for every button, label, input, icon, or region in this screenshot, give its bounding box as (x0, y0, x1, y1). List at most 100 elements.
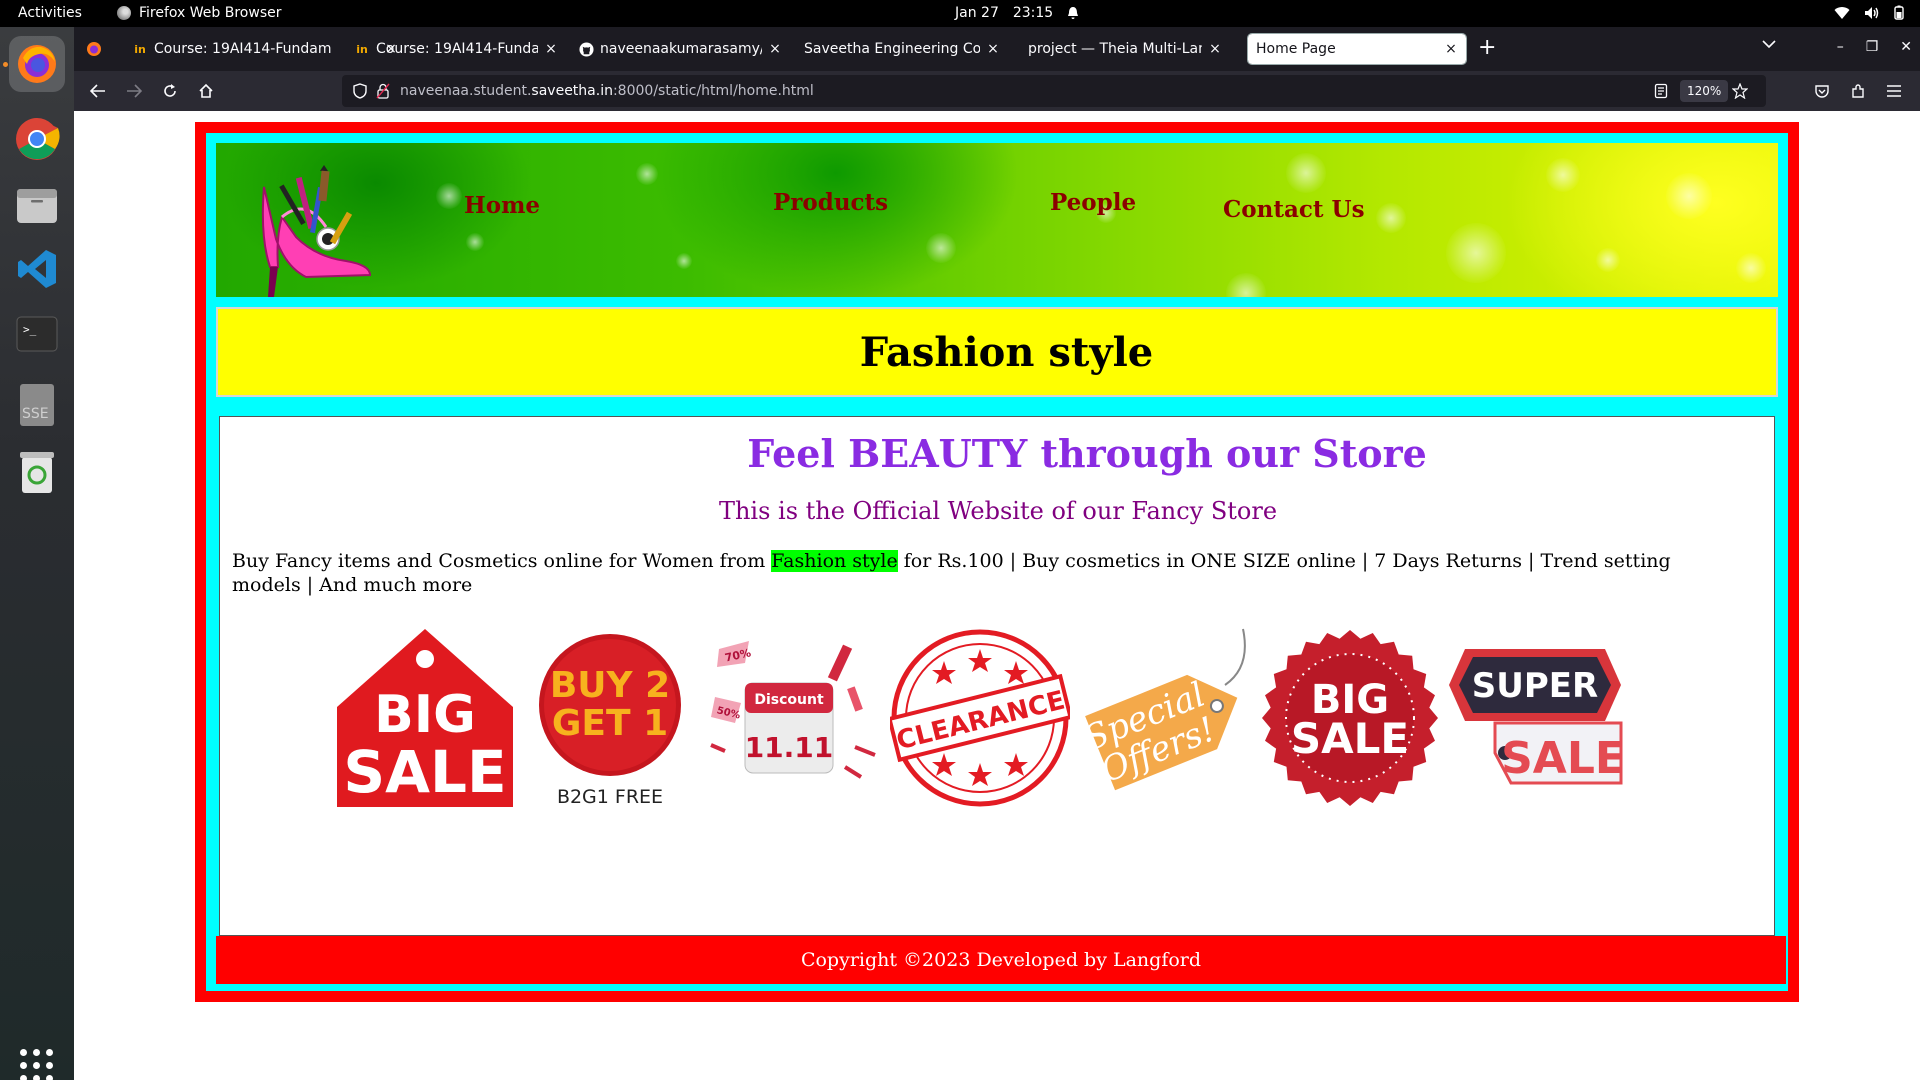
dock-vscode[interactable] (9, 241, 65, 297)
site-title-box: Fashion style (216, 307, 1778, 397)
home-button[interactable] (196, 81, 216, 101)
navigation-toolbar: naveenaa.student.saveetha.in:8000/static… (74, 71, 1920, 111)
clock-time: 23:15 (1012, 5, 1054, 21)
footer: Copyright ©2023 Developed by Langford (216, 936, 1786, 984)
extensions-icon[interactable] (1850, 83, 1866, 99)
firefox-view-icon[interactable] (86, 41, 102, 57)
headline: Feel BEAUTY through our Store (747, 431, 1427, 476)
firefox-mini-icon (117, 6, 131, 20)
tab-bar: in Course: 19AI414-Fundam × in Course: 1… (74, 27, 1920, 71)
arrow-right-icon (127, 84, 142, 98)
close-icon[interactable]: × (768, 41, 782, 57)
back-button[interactable] (88, 81, 108, 101)
pocket-icon[interactable] (1814, 83, 1830, 99)
content-section: Feel BEAUTY through our Store This is th… (219, 416, 1775, 936)
files-icon (17, 189, 57, 223)
close-icon[interactable]: × (1208, 41, 1222, 57)
battery-icon (1894, 5, 1904, 20)
running-indicator (3, 62, 8, 67)
close-icon[interactable]: × (1444, 41, 1458, 57)
svg-text:B2G1 FREE: B2G1 FREE (557, 786, 663, 808)
dock-trash[interactable] (9, 444, 65, 500)
close-icon[interactable]: × (544, 41, 558, 57)
terminal-icon: >_ (16, 316, 58, 352)
close-window-icon[interactable]: ✕ (1900, 39, 1912, 55)
header-banner: Home Products People Contact Us (216, 143, 1778, 297)
highlighted-store-name: Fashion style (771, 550, 898, 572)
new-tab-button[interactable]: + (1478, 37, 1496, 59)
dock-disk[interactable]: SSE (9, 377, 65, 433)
page-border: Home Products People Contact Us Fashion … (195, 122, 1799, 1002)
firefox-icon (18, 45, 56, 83)
url-text[interactable]: naveenaa.student.saveetha.in:8000/static… (400, 83, 814, 99)
volume-icon (1865, 6, 1879, 19)
dock-terminal[interactable]: >_ (9, 306, 65, 362)
activities-button[interactable]: Activities (18, 5, 82, 21)
nav-people-link[interactable]: People (1050, 189, 1136, 216)
tab-saveetha[interactable]: Saveetha Engineering Colleg × (796, 34, 1008, 64)
system-tray[interactable] (1834, 5, 1904, 20)
store-description: Buy Fancy items and Cosmetics online for… (232, 550, 1671, 596)
notification-bell-icon (1068, 7, 1079, 19)
chrome-icon (16, 118, 60, 160)
svg-text:SSE: SSE (22, 406, 49, 422)
nav-home-link[interactable]: Home (464, 192, 540, 219)
big-sale-seal-badge: BIG SALE (1262, 630, 1438, 806)
home-icon (199, 83, 213, 98)
clearance-stamp-badge: CLEARANCE (890, 629, 1070, 807)
dock: >_ SSE (0, 27, 74, 1082)
reader-view-icon[interactable] (1654, 83, 1668, 99)
tab-theia[interactable]: project — Theia Multi-Langu × (1020, 34, 1230, 64)
nav-products-link[interactable]: Products (773, 189, 888, 216)
insecure-lock-icon[interactable] (376, 83, 390, 99)
svg-text:11.11: 11.11 (745, 731, 834, 764)
nav-contact-link[interactable]: Contact Us (1223, 196, 1365, 223)
in-icon: in (356, 42, 368, 56)
big-sale-tag-badge: BIG SALE (337, 629, 513, 807)
tab-github[interactable]: naveenaakumarasamy/pr × (570, 34, 790, 64)
page-viewport: Home Products People Contact Us Fashion … (74, 111, 1920, 1080)
disk-icon: SSE (20, 384, 54, 426)
hamburger-menu-icon[interactable] (1886, 84, 1902, 98)
page-container: Home Products People Contact Us Fashion … (206, 133, 1788, 991)
reload-button[interactable] (160, 81, 180, 101)
svg-text:BUY 2: BUY 2 (550, 665, 670, 706)
dock-files[interactable] (9, 177, 65, 233)
dock-firefox[interactable] (9, 36, 65, 92)
minimize-icon[interactable]: – (1837, 39, 1844, 55)
clock[interactable]: Jan 27 23:15 (955, 5, 1079, 21)
app-menu[interactable]: Firefox Web Browser (117, 5, 282, 21)
window-controls: – ❐ ✕ (1837, 39, 1912, 55)
zoom-level-button[interactable]: 120% (1680, 80, 1729, 102)
svg-text:SALE: SALE (1501, 733, 1625, 784)
github-icon (578, 41, 594, 57)
svg-text:SUPER: SUPER (1472, 666, 1598, 706)
tab-home-page[interactable]: Home Page × (1247, 33, 1467, 65)
system-top-bar: Activities Firefox Web Browser Jan 27 23… (0, 0, 1920, 27)
special-offers-tag-badge: Special Offers! (1079, 628, 1246, 791)
super-sale-badge: SUPER SALE (1449, 649, 1625, 785)
vscode-icon (18, 250, 56, 288)
dock-chrome[interactable] (9, 111, 65, 167)
url-bar[interactable]: naveenaa.student.saveetha.in:8000/static… (342, 75, 1766, 107)
bookmark-star-icon[interactable] (1732, 83, 1748, 99)
svg-text:>_: >_ (23, 323, 37, 336)
chevron-down-icon[interactable] (1762, 39, 1776, 49)
tab-course-2[interactable]: in Course: 19AI414-Fundam × (346, 34, 566, 64)
forward-button[interactable] (124, 81, 144, 101)
shield-icon[interactable] (352, 83, 368, 99)
app-name: Firefox Web Browser (139, 5, 282, 21)
svg-text:BIG: BIG (374, 685, 476, 745)
restore-icon[interactable]: ❐ (1866, 39, 1879, 55)
clock-date: Jan 27 (955, 5, 999, 21)
svg-text:SALE: SALE (343, 738, 506, 806)
wifi-icon (1834, 6, 1850, 19)
arrow-left-icon (90, 84, 105, 98)
svg-text:SALE: SALE (1291, 714, 1409, 763)
trash-icon (20, 452, 54, 493)
in-icon: in (134, 42, 146, 56)
site-title: Fashion style (859, 328, 1154, 376)
svg-text:Discount: Discount (754, 692, 824, 708)
close-icon[interactable]: × (986, 41, 1000, 57)
show-apps-icon[interactable] (20, 1049, 53, 1082)
